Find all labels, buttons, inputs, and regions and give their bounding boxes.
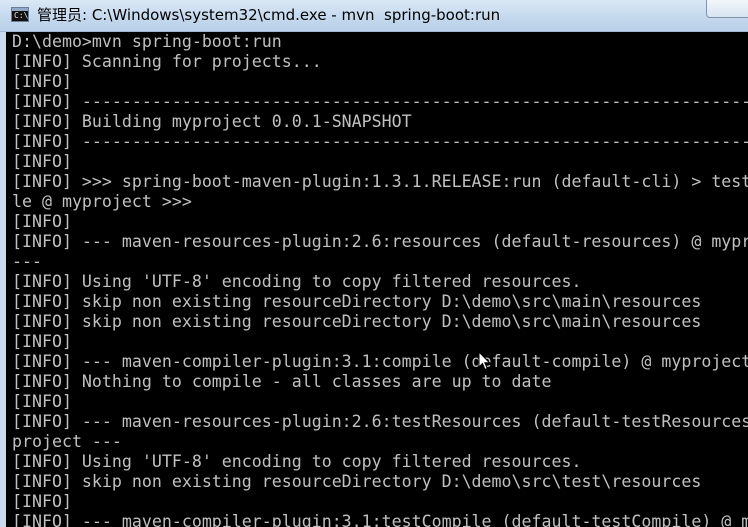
console-line: [INFO] skip non existing resourceDirecto… <box>12 472 702 491</box>
console-line: [INFO] --- maven-compiler-plugin:3.1:tes… <box>12 512 748 527</box>
console-line: [INFO] skip non existing resourceDirecto… <box>12 312 702 331</box>
console-line: [INFO] Using 'UTF-8' encoding to copy fi… <box>12 452 582 471</box>
window-title: 管理员: C:\Windows\system32\cmd.exe - mvn s… <box>37 6 501 24</box>
console-line: [INFO] <box>12 392 72 411</box>
cmd-window: C:\ 管理员: C:\Windows\system32\cmd.exe - m… <box>0 0 748 527</box>
cmd-console-icon[interactable]: C:\ <box>11 7 29 22</box>
console-line: D:\demo>mvn spring-boot:run <box>12 32 282 51</box>
window-control-button[interactable] <box>706 0 748 18</box>
console-line: le @ myproject >>> <box>12 192 192 211</box>
console-line: [INFO] --- maven-resources-plugin:2.6:te… <box>12 412 748 431</box>
console-line: [INFO] >>> spring-boot-maven-plugin:1.3.… <box>12 172 748 191</box>
console-line: [INFO] Scanning for projects... <box>12 52 322 71</box>
console-line: project --- <box>12 432 122 451</box>
console-output-area[interactable]: D:\demo>mvn spring-boot:run [INFO] Scanni… <box>6 32 748 527</box>
console-line: [INFO] ---------------------------------… <box>12 132 748 151</box>
console-line: [INFO] <box>12 212 72 231</box>
console-line: [INFO] <box>12 332 72 351</box>
console-text: D:\demo>mvn spring-boot:run [INFO] Scanni… <box>12 32 748 527</box>
console-line: [INFO] --- maven-resources-plugin:2.6:re… <box>12 232 748 251</box>
console-line: [INFO] Nothing to compile - all classes … <box>12 372 552 391</box>
console-line: [INFO] <box>12 72 72 91</box>
title-bar[interactable]: C:\ 管理员: C:\Windows\system32\cmd.exe - m… <box>0 0 748 32</box>
console-line: [INFO] Using 'UTF-8' encoding to copy fi… <box>12 272 582 291</box>
console-line: --- <box>12 252 42 271</box>
console-line: [INFO] --- maven-compiler-plugin:3.1:com… <box>12 352 748 371</box>
mouse-cursor-icon <box>478 351 490 371</box>
console-line: [INFO] skip non existing resourceDirecto… <box>12 292 702 311</box>
console-line: [INFO] <box>12 152 72 171</box>
console-line: [INFO] Building myproject 0.0.1-SNAPSHOT <box>12 112 412 131</box>
console-line: [INFO] ---------------------------------… <box>12 92 748 111</box>
console-line: [INFO] <box>12 492 72 511</box>
